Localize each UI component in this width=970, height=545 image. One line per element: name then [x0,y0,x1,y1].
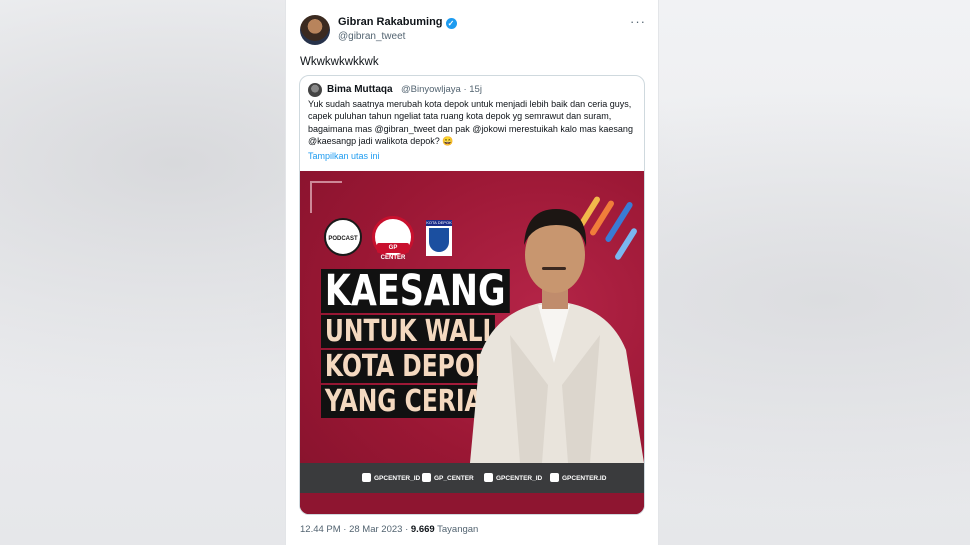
twitter-icon [362,473,371,482]
poster-image[interactable]: PODCAST GP CENTER KOTA DEPOK KAESANG UNT… [300,171,644,514]
instagram-handle: GPCENTER_ID [484,473,542,482]
kota-depok-logo: KOTA DEPOK [426,220,452,256]
facebook-handle: GPCENTER.ID [550,473,606,482]
tweet-meta: 12.44 PM · 28 Mar 2023 · 9.669 Tayangan [300,524,478,535]
avatar[interactable] [300,15,330,45]
author-handle[interactable]: @gibran_tweet [338,31,405,42]
social-text: GP_CENTER [434,475,474,482]
gp-center-label: GP CENTER [377,243,409,261]
quoted-tweet[interactable]: Bima Muttaqa @Binyowljaya · 15j Yuk suda… [299,75,645,515]
person-photo [470,209,644,463]
author-name-text[interactable]: Gibran Rakabuming [338,16,443,28]
more-horizontal-icon[interactable]: ··· [630,14,646,29]
timestamp[interactable]: 12.44 PM · 28 Mar 2023 · [300,524,411,535]
tweet-text: Wkwkwkwkkwk [300,56,379,68]
social-bar: GPCENTER_ID GP_CENTER GPCENTER_ID GPCENT… [300,463,644,493]
corner-decoration [310,181,342,213]
social-text: GPCENTER_ID [496,475,543,482]
instagram-icon [484,473,493,482]
tiktok-icon [422,473,431,482]
views-label: Tayangan [434,524,479,535]
podcast-logo: PODCAST [324,218,362,256]
kota-depok-label: KOTA DEPOK [426,220,452,226]
poster-footer [300,493,644,514]
quoted-author-handle[interactable]: @Binyowljaya · 15j [401,84,482,95]
social-text: GPCENTER.ID [562,475,607,482]
quoted-avatar[interactable] [308,83,322,97]
tiktok-handle: GP_CENTER [422,473,474,482]
quoted-text: Yuk sudah saatnya merubah kota depok unt… [308,99,633,146]
tweet-card[interactable]: Gibran Rakabuming ✓ @gibran_tweet ··· Wkw… [286,0,658,545]
kota-depok-shield-icon [429,228,449,252]
show-thread-link[interactable]: Tampilkan utas ini [308,151,380,161]
facebook-icon [550,473,559,482]
verified-badge-icon: ✓ [445,18,457,29]
gp-center-logo: GP CENTER [372,216,414,261]
twitter-handle: GPCENTER_ID [362,473,420,482]
social-text: GPCENTER_ID [374,475,421,482]
author-name[interactable]: Gibran Rakabuming ✓ [338,16,457,29]
view-count: 9.669 [410,524,435,535]
quoted-author-name[interactable]: Bima Muttaqa [327,84,393,95]
